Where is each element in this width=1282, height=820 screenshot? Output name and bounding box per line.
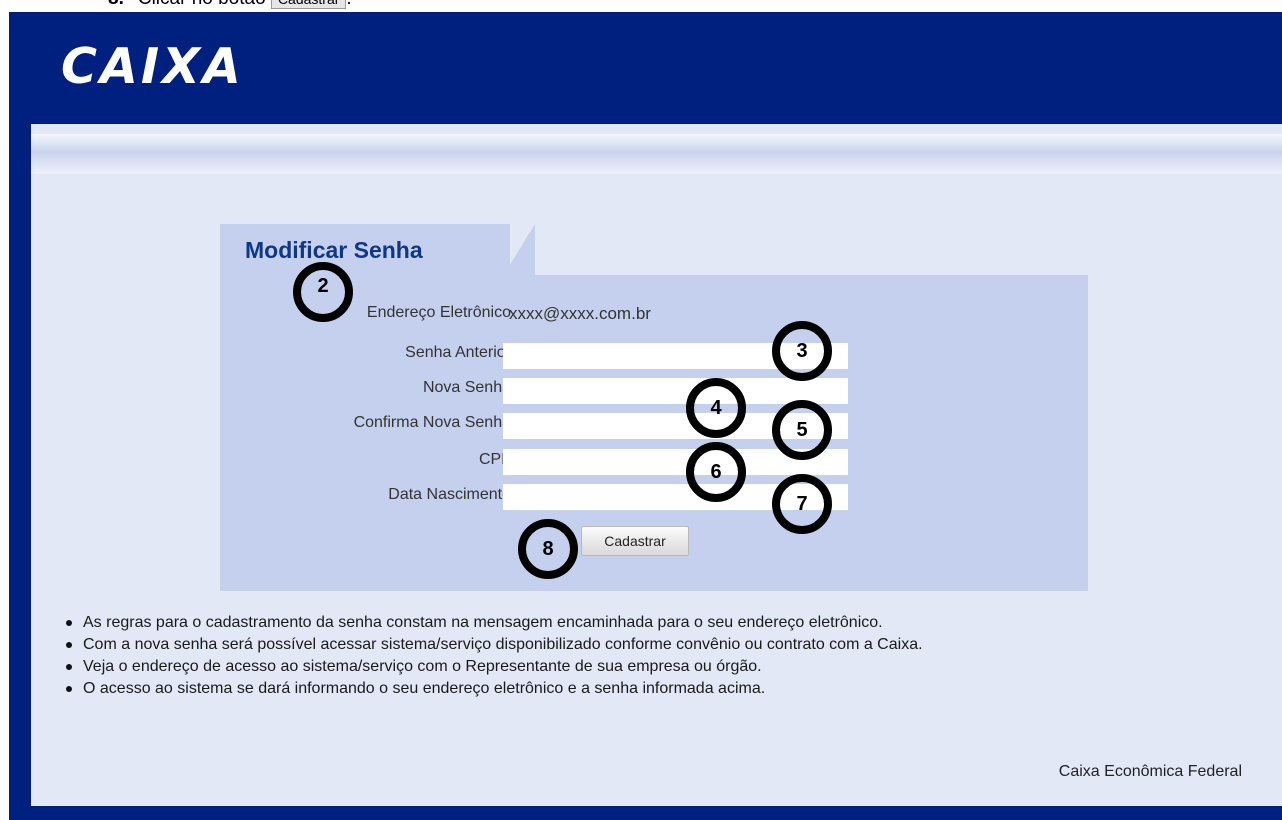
notes-list: As regras para o cadastramento da senha … <box>63 612 923 700</box>
email-label: Endereço Eletrônico <box>366 304 511 321</box>
step-marker-4: 4 <box>686 378 746 438</box>
email-value: xxxx@xxxx.com.br <box>509 304 651 323</box>
footer-text: Caixa Econômica Federal <box>1058 763 1242 780</box>
step-marker-7: 7 <box>772 474 832 534</box>
step-marker-6: 6 <box>686 442 746 502</box>
note-item: As regras para o cadastramento da senha … <box>63 612 923 634</box>
cadastrar-button[interactable]: Cadastrar <box>581 526 689 556</box>
senha-anterior-label: Senha Anterior <box>405 344 511 361</box>
note-item: Com a nova senha será possível acessar s… <box>63 634 923 656</box>
instruction-text: Clicar no botão <box>138 0 266 9</box>
header-band <box>31 134 1282 174</box>
step-marker-2: 2 <box>293 262 353 322</box>
confirma-nova-senha-label: Confirma Nova Senha <box>353 414 511 431</box>
instruction-period: . <box>346 0 351 9</box>
instruction-button-image: Cadastrar <box>270 0 347 9</box>
form-panel-notch <box>503 224 535 276</box>
nova-senha-label: Nova Senha <box>422 379 511 396</box>
instruction-step-number: 8. <box>108 0 124 9</box>
main-content: Modificar Senha Endereço Eletrônico xxxx… <box>31 124 1282 806</box>
step-marker-5: 5 <box>772 400 832 460</box>
note-item: O acesso ao sistema se dará informando o… <box>63 678 923 700</box>
step-marker-8: 8 <box>518 519 578 579</box>
caixa-logo: CAIXA <box>61 38 244 95</box>
page-frame: CAIXA Modificar Senha Endereço Eletrônic… <box>9 12 1282 820</box>
page-title: Modificar Senha <box>245 237 423 263</box>
instruction-line: 8. Clicar no botão Cadastrar. <box>0 0 1282 10</box>
step-marker-3: 3 <box>772 321 832 381</box>
note-item: Veja o endereço de acesso ao sistema/ser… <box>63 656 923 678</box>
data-nascimento-label: Data Nascimento <box>388 486 511 503</box>
